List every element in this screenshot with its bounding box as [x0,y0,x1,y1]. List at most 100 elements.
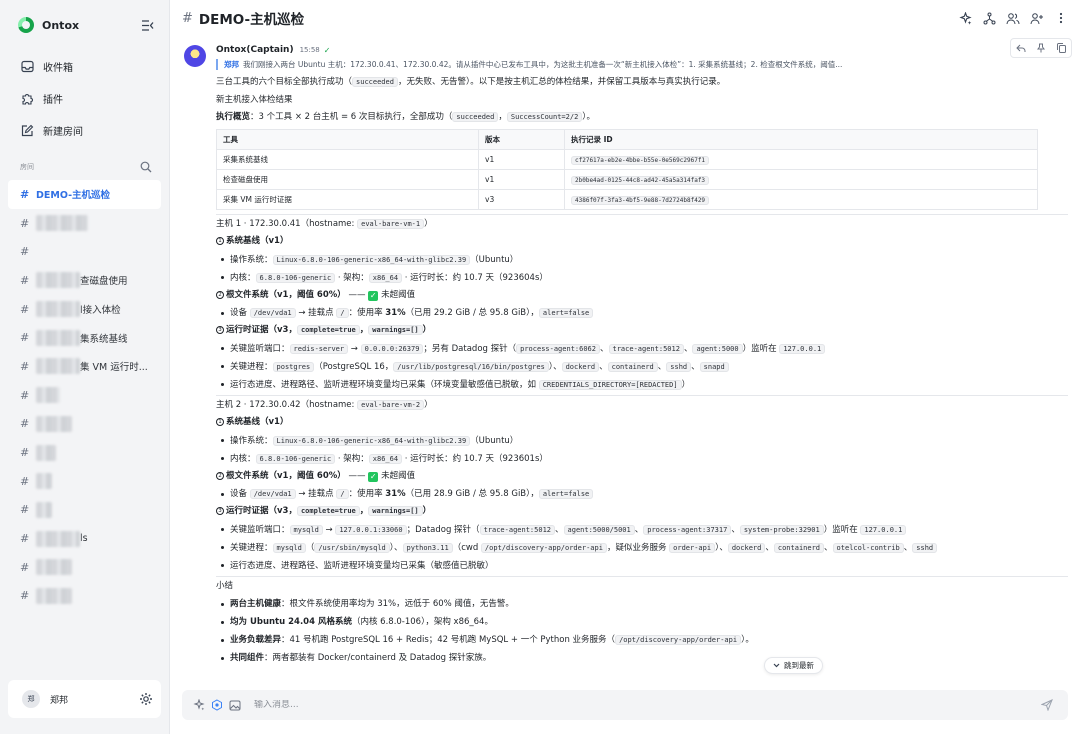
code: warnings=[] [368,506,423,516]
host2-rootfs-list: 设备 /dev/vda1 → 挂载点 / ：使用率 31%（已用 28.9 GiB… [216,485,1060,503]
code: Linux-6.8.0-106-generic-x86_64-with-glib… [272,435,471,446]
redacted-room-name [36,387,60,404]
copy-icon[interactable] [1051,39,1071,57]
redacted-room-name [36,329,80,346]
avatar: 郑 [22,690,40,708]
text: ）。 [741,635,754,645]
rooms-title: 房间 [20,163,34,171]
message-input[interactable] [254,700,1040,710]
room-demo-host-inspection[interactable]: # DEMO-主机巡检 [8,180,161,209]
text: 关键进程： [230,361,273,372]
summary-title: 小结 [216,580,234,591]
reply-icon[interactable] [1011,39,1031,57]
room-item[interactable]: # [8,237,161,266]
text: 操作系统： [230,435,273,446]
agent-icon[interactable] [210,698,224,712]
text: ， [359,506,369,516]
gear-icon[interactable] [139,692,153,706]
room-item[interactable]: # 集 VM 运行时... [8,352,161,381]
text: 关键监听端口： [230,524,290,535]
network-icon[interactable] [982,11,996,25]
text: ）、 [548,361,562,372]
redacted-room-name [36,444,56,461]
number-badge: 2 [216,290,224,299]
room-item[interactable]: # ls [8,524,161,553]
reply-quote[interactable]: 郑邦 我们刚接入两台 Ubuntu 主机：172.30.0.41、172.30.0… [216,59,1060,70]
intro-text: 三台工具的六个目标全部执行成功（ succeeded ，无失败、无告警）。以下是按主… [216,74,1060,92]
user-name: 郑邦 [50,695,69,706]
text: ， [359,325,369,335]
text: ）、 [715,542,728,553]
room-item[interactable]: # [8,209,161,238]
search-icon[interactable] [139,160,153,174]
text: 运行态进度、进程路径、监听进程环境变量均已采集（敏感值已脱敏） [230,560,494,571]
send-icon[interactable] [1040,698,1054,712]
code: process-agent:37317 [643,524,732,535]
room-label: ls [80,533,88,545]
more-vertical-icon[interactable] [1054,11,1068,25]
text: ， [498,112,507,122]
sparkle-icon[interactable] [192,698,206,712]
report-title: 新主机接入体检结果 [216,94,293,105]
host1-rootfs-list: 设备 /dev/vda1 → 挂载点 / ：使用率 31%（已用 29.2 GiB… [216,304,1060,322]
inbox-icon [20,59,34,73]
room-item[interactable]: # [8,410,161,439]
table-cell: 检查磁盘使用 [216,168,479,190]
sparkle-icon[interactable] [958,11,972,25]
list-item: 关键监听端口： redis-server → 0.0.0.0:26379 ；另有 D… [216,340,1060,358]
code: eval-bare-vm-1 [357,218,425,229]
code: 6.8.0-106-generic [255,272,336,283]
hash-icon: # [182,10,193,26]
host1-section-baseline: 1 系统基线（v1） [216,233,1060,251]
list-item: 设备 /dev/vda1 → 挂载点 / ：使用率 31%（已用 29.2 GiB… [216,304,1060,322]
code: trace-agent:5012 [608,343,684,354]
code: snapd [699,361,729,372]
text: 主机 1 · 172.30.0.41（hostname: [216,218,358,229]
image-icon[interactable] [228,698,242,712]
room-item[interactable]: # l接入体检 [8,295,161,324]
hash-icon: # [20,560,30,574]
text: · 架构： [335,453,369,464]
text: ：根文件系统使用率均为 31%，远低于 60% 阈值，无告警。 [281,599,514,609]
room-item[interactable]: # [8,438,161,467]
divider [216,394,1068,396]
jump-to-latest-button[interactable]: 跳到最新 [764,657,823,674]
text: → [322,524,336,535]
room-item[interactable]: # [8,496,161,525]
redacted-room-name [36,272,80,289]
nav-inbox[interactable]: 收件箱 [0,50,169,82]
redacted-room-name [36,215,88,232]
nav-new-room-label: 新建房间 [43,126,83,138]
members-icon[interactable] [1006,11,1020,25]
room-item[interactable]: # 查磁盘使用 [8,266,161,295]
code: / [336,489,349,499]
nav-new-room[interactable]: 新建房间 [0,114,169,146]
room-item[interactable]: # [8,582,161,611]
overview: 执行概览：3 个工具 × 2 台主机 = 6 次目标执行，全部成功（ succee… [216,109,1060,127]
list-item: 两台主机健康：根文件系统使用率均为 31%，远低于 60% 阈值，无告警。 [216,595,1060,613]
current-user[interactable]: 郑 郑邦 [8,680,161,718]
table-cell: v1 [478,148,565,170]
text: 、 [634,524,644,535]
add-user-icon[interactable] [1030,11,1044,25]
hash-icon: # [20,532,30,546]
code: sshd [912,542,938,553]
pin-icon[interactable] [1031,39,1051,57]
room-item[interactable]: # [8,467,161,496]
code: complete=true [296,506,360,516]
nav-plugins[interactable]: 插件 [0,82,169,114]
message-time: 15:58 [299,46,320,54]
room-item[interactable]: # 集系统基线 [8,323,161,352]
text: ：两者都装有 Docker/containerd 及 Datadog 探针家族。 [264,653,492,663]
room-item[interactable]: # [8,553,161,582]
host1-section-runtime: 3 运行时证据（v3， complete=true， warnings=[]） [216,322,1060,340]
text: ） [424,218,433,229]
collapse-sidebar-icon[interactable] [139,17,155,33]
list-item: 均为 Ubuntu 24.04 风格系统（内核 6.8.0-106），架构 x8… [216,613,1060,631]
code: alert=false [538,308,594,318]
room-item[interactable]: # [8,381,161,410]
brand: Ontox [0,0,169,50]
hash-icon: # [20,589,30,603]
text: 、 [599,343,609,354]
message-list[interactable]: Ontox(Captain) 15:58 ✓ 郑邦 我们刚接入两台 Ubuntu … [170,36,1080,686]
